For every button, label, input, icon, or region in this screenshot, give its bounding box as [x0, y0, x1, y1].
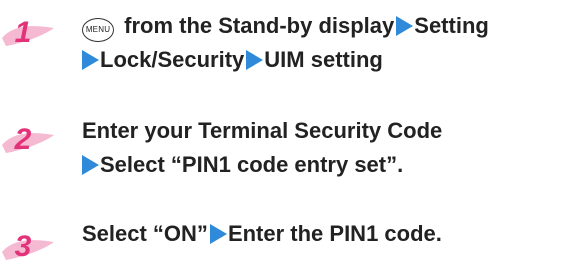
step-number-label: 2	[14, 123, 32, 156]
blue-triangle-arrow-icon	[82, 50, 99, 70]
step-number-1: 1	[0, 10, 58, 56]
step-2-line-2: Select “PIN1 code entry set”.	[82, 151, 403, 179]
page: { "steps": [ { "number": "1", "key_label…	[0, 0, 582, 263]
step-1-line-1: MENU from the Stand-by display Setting	[82, 12, 489, 42]
step-2-line-1: Enter your Terminal Security Code	[82, 117, 442, 145]
blue-triangle-arrow-icon	[246, 50, 264, 70]
blue-triangle-arrow-icon	[396, 16, 414, 36]
step-3-line-1: Select “ON” Enter the PIN1 code.	[82, 220, 442, 248]
step-2-text-select-pin1: Select “PIN1 code entry set”.	[100, 152, 404, 177]
step-1-text-lock-security: Lock/Security	[100, 47, 245, 72]
step-2: 2 Enter your Terminal Security Code Sele…	[0, 113, 582, 193]
step-3-text-enter-pin1: Enter the PIN1 code.	[227, 221, 442, 246]
step-3: 3 Select “ON” Enter the PIN1 code.	[0, 220, 582, 263]
step-1-text-uim-setting: UIM setting	[264, 47, 383, 72]
step-number-3: 3	[0, 224, 58, 270]
step-1-text-standby: from the Stand-by display	[118, 13, 395, 38]
blue-triangle-arrow-icon	[209, 224, 227, 244]
step-3-text-select-on: Select “ON”	[82, 221, 208, 246]
step-2-text-enter-code: Enter your Terminal Security Code	[82, 118, 443, 143]
menu-key-label: MENU	[85, 25, 111, 34]
step-1-line-2: Lock/Security UIM setting	[82, 46, 383, 74]
menu-key-icon: MENU	[82, 18, 114, 42]
step-number-2: 2	[0, 117, 58, 163]
step-number-label: 3	[14, 230, 32, 263]
step-1: 1 MENU from the Stand-by display Setting …	[0, 4, 582, 84]
step-1-text-setting: Setting	[414, 13, 489, 38]
blue-triangle-arrow-icon	[82, 155, 99, 175]
step-number-label: 1	[14, 16, 32, 49]
